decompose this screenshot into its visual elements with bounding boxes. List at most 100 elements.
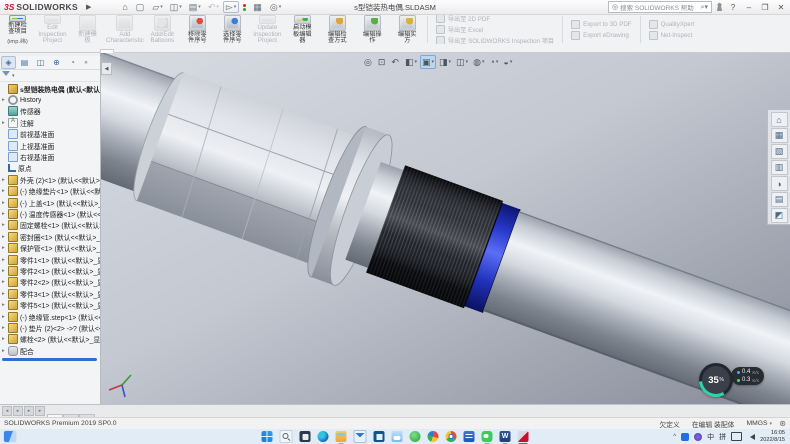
appearances-scenes-tab[interactable]: ◑ — [771, 176, 788, 191]
previous-view-icon[interactable]: ↶ — [389, 55, 402, 69]
search-button[interactable] — [280, 430, 293, 443]
edit-inspection-methods-button[interactable]: 编辑检 查方式 — [320, 14, 355, 45]
network-speed-pill[interactable]: 0.4 K/s 0.3 K/s — [731, 367, 764, 385]
minimize-button[interactable]: – — [743, 3, 755, 12]
export-menu-item[interactable]: Export to 3D PDF — [571, 20, 632, 29]
weather-icon[interactable] — [392, 431, 403, 442]
rollback-bar[interactable] — [2, 358, 97, 361]
quality-menu-item[interactable]: Net-Inspect — [649, 31, 695, 40]
ribbon-tab[interactable] — [58, 48, 72, 52]
tree-item[interactable]: 前视基准面 — [0, 129, 100, 140]
ribbon-tab[interactable] — [44, 48, 58, 52]
pane-chevron[interactable]: » — [81, 56, 91, 69]
tree-item[interactable]: ▸ (-) 绝缘管.step<1> (默认<<默认> — [0, 311, 100, 322]
dictionary-icon[interactable] — [464, 431, 475, 442]
zoom-area-icon[interactable]: ⊡ — [376, 55, 389, 69]
hide-show-items-icon[interactable]: ◫▾ — [454, 55, 470, 69]
new-template-button[interactable]: 新建模 板 — [70, 14, 105, 45]
update-inspection-project-button[interactable]: Update Inspection Project — [250, 14, 285, 45]
tab-scroll-buttons[interactable]: ◂▸▸▸ — [0, 406, 47, 417]
displaymanager-tab[interactable]: ◔ — [65, 56, 80, 69]
propertymanager-tab[interactable]: ▤ — [17, 56, 32, 69]
tree-item[interactable]: 上视基准面 — [0, 140, 100, 151]
chrome-icon[interactable] — [446, 431, 457, 442]
export-menu-item[interactable]: 导出至 2D PDF — [436, 14, 554, 23]
tree-item[interactable]: ▸ 密封圈<1> (默认<<默认>_显示状 — [0, 231, 100, 242]
cpu-percentage-gauge[interactable]: 35% — [699, 363, 733, 397]
tree-item[interactable]: 原点 — [0, 163, 100, 174]
undo-icon[interactable]: ↶▾ — [205, 1, 222, 13]
tree-item[interactable]: ▸ (-) 垫片 (2)<2> ->? (默认<<默认> — [0, 322, 100, 333]
home-icon[interactable]: ⌂ — [119, 1, 131, 13]
close-button[interactable]: ✕ — [775, 3, 787, 12]
restore-button[interactable]: ❐ — [759, 3, 771, 12]
display-style-icon[interactable]: ◨▾ — [437, 55, 453, 69]
forum-tab[interactable]: ◩ — [771, 208, 788, 223]
export-menu-item[interactable]: 导出至 Excel — [436, 25, 554, 34]
solidworks-taskbar-icon[interactable] — [518, 431, 529, 442]
tree-item[interactable]: ▸ 注解 — [0, 117, 100, 128]
help-search-box[interactable]: ◎ 搜索 SOLIDWORKS 帮助 ⌕▾ — [608, 1, 712, 13]
view-palette-tab[interactable]: ▥ — [771, 160, 788, 175]
options-icon[interactable]: ◎▾ — [267, 1, 284, 13]
tree-item[interactable]: ▸ 零件1<1> (默认<<默认>_显示状态 — [0, 254, 100, 265]
view-settings-icon[interactable]: ◒▾ — [501, 55, 514, 69]
tree-item[interactable]: 传感器 — [0, 106, 100, 117]
save-icon[interactable]: ◫▾ — [167, 1, 185, 13]
ime-layout-indicator[interactable]: 拼 — [719, 432, 726, 442]
tree-filter-row[interactable]: ▾ — [0, 70, 100, 82]
ribbon-tab[interactable] — [86, 48, 100, 52]
tree-item[interactable]: ▸ (-) 温度传感器<1> (默认<<默认>_ — [0, 208, 100, 219]
tree-item[interactable]: ▸ 螺栓<2> (默认<<默认>_显示状态 — [0, 334, 100, 345]
units-globe-icon[interactable]: ⊛ — [779, 419, 786, 428]
panel-collapse-arrow[interactable]: ◀ — [101, 62, 112, 75]
tray-app-purple-icon[interactable] — [694, 433, 702, 441]
apply-scene-icon[interactable]: ◔▾ — [487, 55, 500, 69]
tree-item[interactable]: ▸ (-) 上盖<1> (默认<<默认>_显示状 — [0, 197, 100, 208]
zoom-fit-icon[interactable]: ◎ — [362, 55, 375, 69]
print-icon[interactable]: ▤▾ — [186, 1, 204, 13]
ribbon-tab[interactable] — [16, 48, 30, 52]
add-characteristic-button[interactable]: Add Characteristic — [105, 14, 145, 45]
tree-item[interactable]: ▸ 外壳 (2)<1> (默认<<默认>_显示状 — [0, 174, 100, 185]
tray-app-blue-icon[interactable] — [681, 433, 689, 441]
green-app-icon[interactable] — [410, 431, 421, 442]
tree-item[interactable]: 右视基准面 — [0, 151, 100, 162]
edit-actuals-button[interactable]: 编辑实 方 — [390, 14, 425, 45]
tree-item[interactable]: ▸ 零件2<2> (默认<<默认>_显示状态 — [0, 277, 100, 288]
model-canvas[interactable] — [100, 53, 790, 404]
rebuild-icon[interactable] — [240, 1, 249, 13]
ribbon-tab[interactable] — [72, 48, 86, 52]
design-library-tab[interactable]: ▦ — [771, 128, 788, 143]
search-icon[interactable]: ⌕▾ — [701, 3, 708, 12]
dimxpertmanager-tab[interactable]: ⊕ — [49, 56, 64, 69]
menu-expand-arrow[interactable]: ▶ — [82, 3, 95, 11]
tray-overflow-chevron[interactable]: ^ — [673, 434, 676, 440]
select-balloon-button[interactable]: 选择零 件序号 — [215, 14, 250, 45]
edit-appearance-icon[interactable]: ◍▾ — [471, 55, 486, 69]
filter-caret-icon[interactable]: ▾ — [12, 73, 15, 79]
ribbon-tab[interactable] — [30, 48, 44, 52]
tree-item[interactable]: ▸ 零件3<1> (默认<<默认>_显示状态 — [0, 288, 100, 299]
new-inspection-project-button[interactable]: 新建检 查项目 (imp.纬) — [0, 14, 35, 45]
new-document-icon[interactable]: ▢ — [133, 1, 149, 13]
launch-template-editor-button[interactable]: 启动模 板编辑 器 — [285, 14, 320, 45]
edge-icon[interactable] — [318, 431, 329, 442]
tree-item[interactable]: ▸ 零件2<1> (默认<<默认>_显示状态 — [0, 265, 100, 276]
tree-root-item[interactable]: s型铠装热电偶 (默认<默认_显示状态-1 — [0, 83, 100, 94]
solidworks-resources-tab[interactable]: ⌂ — [771, 112, 788, 127]
help-button[interactable]: ? — [727, 3, 739, 12]
ribbon-tab[interactable] — [100, 49, 114, 53]
ribbon-tab[interactable] — [2, 48, 16, 52]
edit-inspection-project-button[interactable]: Edit Inspection Project — [35, 14, 70, 45]
file-properties-icon[interactable]: ▦ — [250, 1, 266, 13]
open-document-icon[interactable]: ▱▾ — [149, 1, 165, 13]
file-explorer-icon[interactable] — [336, 431, 347, 442]
tree-item[interactable]: ▸ 零件5<1> (默认<<默认>_显示状态 — [0, 299, 100, 310]
tree-item[interactable]: ▸ (-) 绝缘垫片<1> (默认<<默认>_显 — [0, 186, 100, 197]
quality-menu-item[interactable]: QualityXpert — [649, 20, 695, 29]
custom-properties-tab[interactable]: ▤ — [771, 192, 788, 207]
store-icon[interactable] — [374, 431, 385, 442]
display-tray-icon[interactable] — [731, 432, 742, 441]
section-view-icon[interactable]: ◧▾ — [403, 55, 419, 69]
